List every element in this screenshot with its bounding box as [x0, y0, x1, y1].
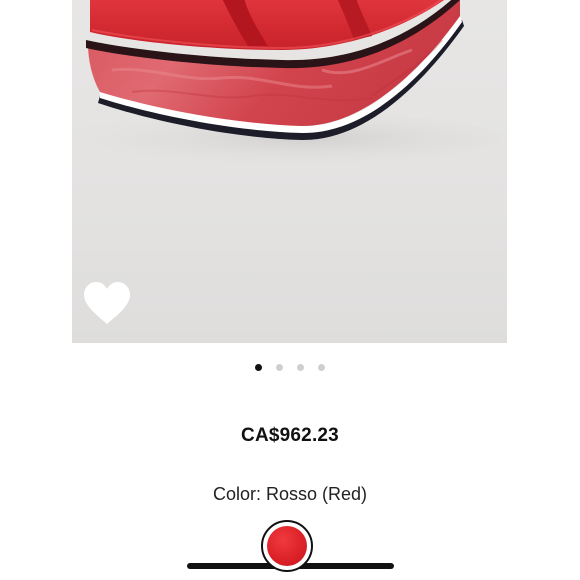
gallery-dot-1[interactable]	[255, 364, 262, 371]
product-image[interactable]	[72, 0, 507, 343]
gallery-pagination	[0, 364, 580, 371]
product-price: CA$962.23	[241, 425, 339, 446]
shoe-illustration	[72, 0, 502, 164]
gallery-dot-4[interactable]	[318, 364, 325, 371]
gallery-dot-3[interactable]	[297, 364, 304, 371]
swatch-row	[0, 517, 580, 580]
gallery-dot-2[interactable]	[276, 364, 283, 371]
color-swatch-fill	[267, 526, 307, 566]
color-label: Color:	[212, 484, 261, 504]
color-selection-text: Color: Rosso (Red)	[0, 484, 580, 505]
product-page: CA$962.23 Color: Rosso (Red)	[0, 0, 580, 580]
color-value: Rosso (Red)	[266, 484, 368, 504]
color-swatch-red[interactable]	[261, 520, 313, 572]
wishlist-heart-icon[interactable]	[82, 281, 132, 327]
